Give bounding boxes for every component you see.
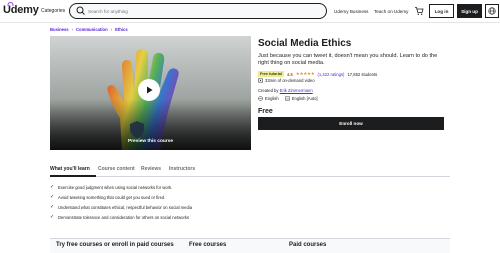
learn-item-text: Demonstrate tolerance and consideration … — [58, 214, 190, 220]
search-icon[interactable] — [75, 5, 87, 17]
rating-value: 4.6 — [286, 71, 293, 77]
language-button[interactable] — [485, 4, 499, 18]
tab-what-youll-learn[interactable]: What you'll learn — [50, 166, 90, 172]
check-icon: ✓ — [50, 204, 55, 210]
search-bar[interactable] — [69, 3, 327, 19]
course-tabs: What you'll learn Course content Reviews… — [50, 163, 450, 177]
course-preview-video[interactable]: Preview this course — [50, 36, 251, 150]
learn-item-text: Exercise good judgment when using social… — [58, 184, 173, 190]
star-rating-icon: ★★★★★ — [295, 71, 315, 76]
chevron-right-icon: › — [71, 27, 74, 32]
course-subtitle: Just because you can tweet it, doesn't m… — [258, 53, 438, 66]
created-by-label: Created by — [258, 88, 279, 93]
teach-on-udemy-link[interactable]: Teach on Udemy — [374, 9, 408, 14]
compare-col-paid: Paid courses — [289, 242, 327, 248]
video-icon — [258, 78, 263, 83]
check-icon: ✓ — [50, 184, 55, 190]
signup-button[interactable]: Sign up — [457, 4, 482, 18]
check-icon: ✓ — [50, 214, 55, 220]
categories-link[interactable]: Categories — [41, 8, 65, 14]
check-icon: ✓ — [50, 194, 55, 200]
cart-icon[interactable] — [414, 6, 424, 16]
play-icon — [147, 86, 153, 94]
breadcrumb: Business › Communication › Ethics — [50, 27, 128, 32]
globe-icon — [258, 96, 263, 101]
list-item: ✓ Avoid tweeting something that could ge… — [50, 194, 164, 200]
language-row: English English [Auto] — [258, 96, 318, 101]
learn-item-text: Avoid tweeting something that could get … — [58, 194, 165, 200]
list-item: ✓ Understand what constitutes ethical, r… — [50, 204, 192, 210]
list-item: ✓ Demonstrate tolerance and consideratio… — [50, 214, 189, 220]
udemy-logo[interactable]: Udemy — [3, 2, 39, 16]
course-language: English — [265, 96, 279, 101]
compare-col-intro: Try free courses or enroll in paid cours… — [56, 242, 174, 248]
breadcrumb-business[interactable]: Business — [50, 27, 69, 32]
login-button[interactable]: Log in — [429, 4, 454, 18]
compare-col-free: Free courses — [189, 242, 227, 248]
udemy-business-link[interactable]: Udemy Business — [334, 9, 368, 14]
author-link[interactable]: Erik Zimmermann — [280, 88, 313, 93]
course-price: Free — [258, 108, 273, 115]
breadcrumb-ethics[interactable]: Ethics — [115, 27, 128, 32]
video-length-row: 33min of on-demand video — [258, 78, 315, 83]
compare-table-header: Try free courses or enroll in paid cours… — [50, 238, 450, 253]
captions-icon — [284, 96, 290, 101]
course-captions: English [Auto] — [291, 96, 318, 101]
chevron-right-icon: › — [110, 27, 113, 32]
breadcrumb-communication[interactable]: Communication — [76, 27, 108, 32]
globe-icon — [488, 7, 496, 15]
preview-label[interactable]: Preview this course — [50, 139, 251, 144]
video-length: 33min of on-demand video — [265, 78, 315, 83]
active-tab-indicator — [50, 175, 96, 177]
logo-cap-icon — [7, 2, 14, 6]
students-count: 17,852 students — [347, 71, 378, 77]
tab-reviews[interactable]: Reviews — [141, 166, 161, 172]
course-title: Social Media Ethics — [258, 38, 352, 49]
search-input[interactable] — [88, 8, 288, 14]
tab-course-content[interactable]: Course content — [98, 166, 135, 172]
free-tutorial-badge: Free tutorial — [258, 71, 284, 77]
enroll-now-button[interactable]: Enroll now — [258, 117, 444, 130]
rating-row: Free tutorial 4.6 ★★★★★ (1,422 ratings) … — [258, 71, 377, 77]
list-item: ✓ Exercise good judgment when using soci… — [50, 184, 172, 190]
top-nav: Udemy Categories Udemy Business Teach on… — [0, 0, 500, 23]
created-by: Created by Erik Zimmermann — [258, 88, 313, 93]
rating-count-link[interactable]: (1,422 ratings) — [317, 72, 344, 77]
learn-item-text: Understand what constitutes ethical, res… — [58, 204, 193, 210]
tab-instructors[interactable]: Instructors — [169, 166, 195, 172]
play-button[interactable] — [138, 79, 160, 101]
